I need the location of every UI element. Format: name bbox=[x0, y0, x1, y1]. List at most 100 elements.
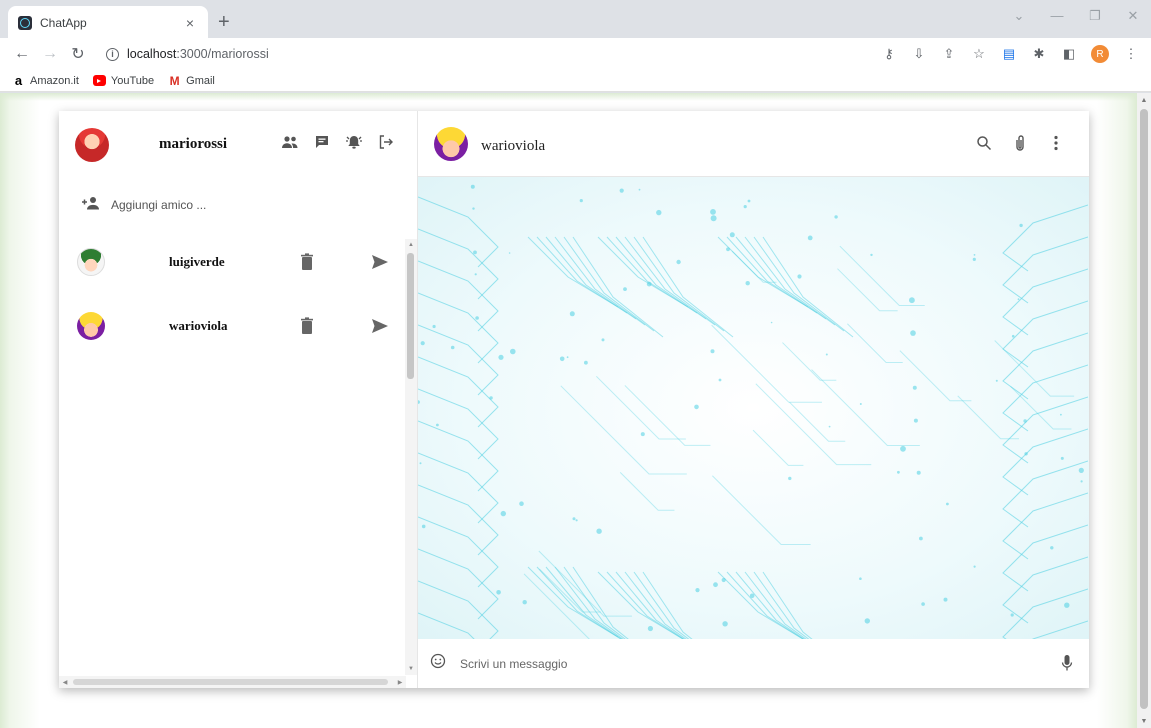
circuit-node bbox=[519, 501, 524, 507]
notifications-bell-icon[interactable] bbox=[345, 133, 363, 151]
circuit-trace bbox=[847, 323, 903, 363]
menu-kebab-icon[interactable]: ⋮ bbox=[1123, 46, 1139, 62]
circuit-node bbox=[694, 404, 699, 410]
circuit-node bbox=[870, 253, 873, 257]
star-icon[interactable]: ☆ bbox=[971, 46, 987, 62]
forward-arrow-icon[interactable]: → bbox=[38, 45, 62, 63]
side-panel-icon[interactable]: ◧ bbox=[1061, 46, 1077, 62]
circuit-node bbox=[432, 324, 436, 329]
delete-icon[interactable] bbox=[299, 253, 315, 271]
scroll-down-arrow-icon[interactable]: ▼ bbox=[1137, 714, 1151, 728]
list-hscroll-thumb[interactable] bbox=[73, 679, 388, 685]
circuit-node bbox=[572, 517, 576, 521]
share-icon[interactable]: ⇪ bbox=[941, 46, 957, 62]
circuit-trace bbox=[563, 236, 655, 332]
circuit-node bbox=[910, 330, 916, 336]
address-bar[interactable]: i localhost:3000/mariorossi bbox=[100, 41, 881, 67]
bookmark-label: YouTube bbox=[110, 74, 155, 87]
circuit-node bbox=[522, 600, 527, 605]
list-scroll-thumb[interactable] bbox=[407, 253, 414, 379]
circuit-trace bbox=[1002, 396, 1088, 464]
reload-icon[interactable]: ↻ bbox=[66, 44, 90, 64]
circuit-trace bbox=[837, 268, 898, 312]
circuit-node bbox=[909, 297, 915, 304]
friend-name: warioviola bbox=[169, 318, 228, 333]
chat-panel: warioviola bbox=[418, 111, 1089, 688]
circuit-node bbox=[1050, 546, 1054, 550]
send-icon[interactable] bbox=[371, 254, 389, 270]
circuit-node bbox=[834, 215, 838, 219]
new-tab-button[interactable]: + bbox=[218, 12, 230, 32]
circuit-trace bbox=[726, 571, 804, 639]
tab-close-icon[interactable]: × bbox=[182, 15, 198, 31]
emoji-icon[interactable] bbox=[430, 653, 446, 674]
circuit-node bbox=[584, 360, 588, 365]
tab-search-icon[interactable]: ⌄ bbox=[1007, 8, 1031, 24]
chat-message-icon[interactable] bbox=[313, 133, 331, 151]
gmail-icon: M bbox=[169, 73, 180, 88]
profile-avatar[interactable]: R bbox=[1091, 45, 1109, 63]
circuit-node bbox=[656, 209, 662, 216]
circuit-trace bbox=[527, 236, 619, 308]
send-icon[interactable] bbox=[371, 318, 389, 334]
extensions-icon[interactable]: ✱ bbox=[1031, 46, 1047, 62]
scroll-up-arrow-icon[interactable]: ▲ bbox=[1137, 93, 1151, 107]
scroll-down-arrow-icon[interactable]: ▼ bbox=[405, 663, 417, 675]
more-options-icon[interactable] bbox=[1047, 134, 1065, 152]
bookmark-youtube[interactable]: YouTube bbox=[92, 74, 155, 87]
circuit-node bbox=[710, 349, 715, 354]
key-icon[interactable]: ⚷ bbox=[881, 46, 897, 62]
page-scroll-thumb[interactable] bbox=[1140, 109, 1148, 709]
circuit-node bbox=[601, 338, 605, 342]
circuit-trace bbox=[726, 236, 818, 314]
list-vertical-scrollbar[interactable]: ▲ ▼ bbox=[405, 239, 417, 675]
browser-tab[interactable]: ChatApp × bbox=[8, 6, 208, 40]
circuit-trace bbox=[899, 350, 972, 402]
logout-icon[interactable] bbox=[377, 133, 395, 151]
page-scrollbar[interactable]: ▲ ▼ bbox=[1137, 93, 1151, 728]
attachment-icon[interactable] bbox=[1011, 134, 1029, 152]
close-window-icon[interactable]: ✕ bbox=[1121, 8, 1145, 24]
scroll-left-arrow-icon[interactable]: ◀ bbox=[59, 676, 71, 688]
circuit-trace bbox=[762, 571, 813, 639]
tab-title: ChatApp bbox=[40, 16, 87, 30]
bookmark-amazon[interactable]: a Amazon.it bbox=[12, 73, 79, 88]
circuit-trace bbox=[752, 429, 804, 466]
circuit-node bbox=[770, 321, 773, 324]
circuit-node bbox=[973, 254, 976, 256]
search-icon[interactable] bbox=[975, 134, 993, 152]
minimize-icon[interactable]: — bbox=[1045, 8, 1069, 24]
back-arrow-icon[interactable]: ← bbox=[10, 45, 34, 63]
groups-icon[interactable] bbox=[281, 133, 299, 151]
circuit-node bbox=[421, 524, 426, 529]
circuit-trace bbox=[418, 580, 499, 639]
avatar[interactable] bbox=[434, 126, 468, 161]
list-horizontal-scrollbar[interactable]: ◀ ▶ bbox=[59, 676, 406, 688]
circuit-trace bbox=[597, 236, 689, 308]
restore-icon[interactable]: ❐ bbox=[1083, 8, 1107, 24]
circuit-node bbox=[919, 536, 923, 541]
circuit-node bbox=[489, 396, 493, 400]
message-input[interactable] bbox=[460, 656, 1020, 671]
scroll-right-arrow-icon[interactable]: ▶ bbox=[394, 676, 406, 688]
list-item[interactable]: luigiverde bbox=[59, 230, 417, 294]
circuit-node bbox=[1010, 613, 1014, 617]
bookmarks-bar: a Amazon.it YouTube M Gmail bbox=[0, 70, 1151, 92]
bookmark-gmail[interactable]: M Gmail bbox=[168, 73, 215, 88]
delete-icon[interactable] bbox=[299, 317, 315, 335]
microphone-icon[interactable] bbox=[1061, 654, 1073, 677]
avatar[interactable] bbox=[75, 127, 109, 162]
circuit-node bbox=[500, 510, 506, 517]
circuit-node bbox=[726, 247, 730, 252]
list-item[interactable]: warioviola bbox=[59, 294, 417, 358]
scroll-up-arrow-icon[interactable]: ▲ bbox=[405, 239, 417, 251]
circuit-node bbox=[450, 345, 455, 350]
install-icon[interactable]: ⇩ bbox=[911, 46, 927, 62]
add-friend-row[interactable]: Aggiungi amico ... bbox=[59, 180, 417, 230]
info-icon[interactable]: i bbox=[106, 47, 119, 61]
circuit-node bbox=[722, 621, 728, 627]
circuit-trace bbox=[712, 475, 811, 546]
translate-icon[interactable]: ▤ bbox=[1001, 46, 1017, 62]
chat-actions bbox=[975, 134, 1065, 152]
add-friend-label: Aggiungi amico ... bbox=[111, 198, 207, 212]
